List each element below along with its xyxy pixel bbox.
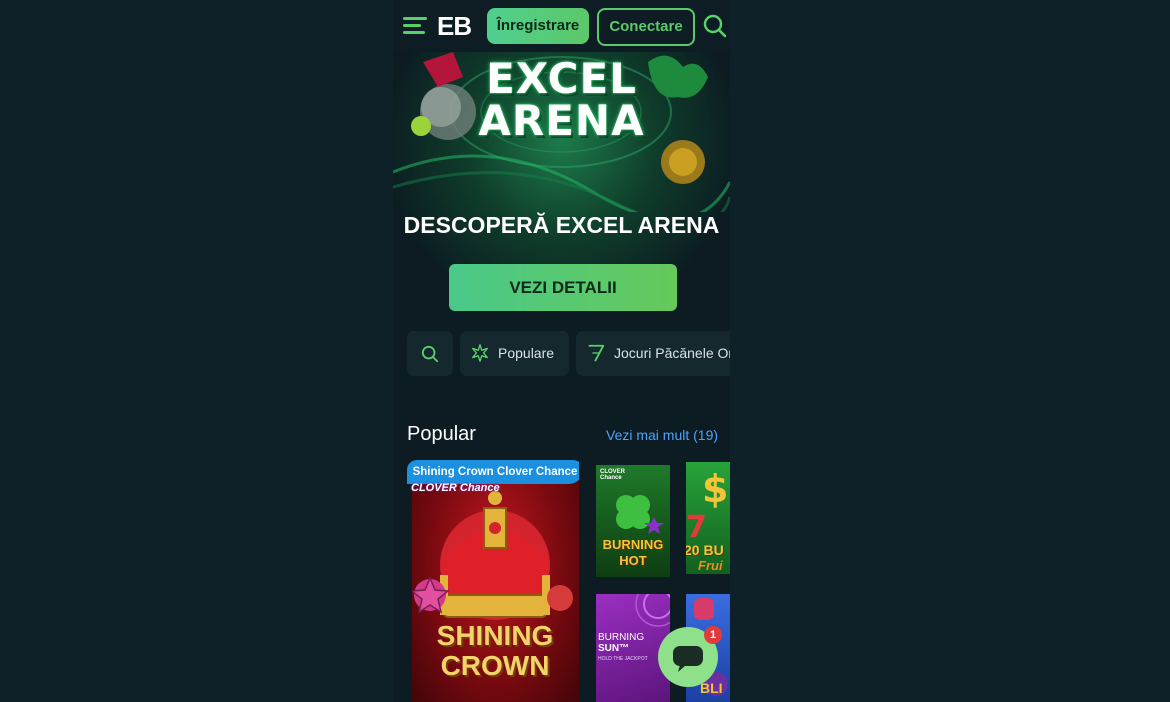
svg-text:7: 7 [686,510,707,545]
sparkle-icon [472,344,488,362]
register-button[interactable]: Înregistrare [487,8,589,44]
see-more-link[interactable]: Vezi mai mult (19) [606,427,718,443]
svg-text:$: $ [702,467,728,511]
game-title-line2: Frui [698,558,723,573]
game-subtitle: HOLD THE JACKPOT [598,656,648,662]
view-details-button[interactable]: VEZI DETALII [449,264,677,311]
hero-title: DESCOPERĂ EXCEL ARENA [403,212,720,238]
game-title-line2: HOT [619,553,647,568]
category-label: Populare [498,345,555,361]
category-label: Jocuri Păcănele Online [614,345,730,361]
mobile-viewport: EB Înregistrare Conectare EXCEL ARENA DE… [393,0,730,702]
game-card[interactable]: $ 7 20 BU Frui [686,462,730,574]
category-slots-chip[interactable]: Jocuri Păcănele Online [576,331,730,376]
game-title-line2: CROWN [440,650,550,681]
search-icon[interactable] [703,14,727,38]
game-title-line2: SUN™ [598,643,630,654]
game-title-line1: BURNING [602,537,664,552]
login-button[interactable]: Conectare [597,8,695,46]
hero-logo-arena: ARENA [478,96,645,145]
game-badge: CLOVER Chance [600,469,626,481]
site-logo[interactable]: EB [437,11,472,42]
hamburger-menu-icon[interactable] [403,17,427,35]
game-card[interactable]: CLOVER Chance BURNING HOT [596,465,670,577]
section-title-popular: Popular [407,423,476,445]
game-card-featured[interactable]: Shining Crown Clover Chance CLOVER Chanc… [407,460,579,702]
game-title-line1: 20 BU [686,542,724,558]
game-title-line1: SHINING [436,620,554,651]
category-search-chip[interactable] [407,331,453,376]
notification-badge: 1 [704,626,722,644]
game-title-line1: BURNING [598,632,645,643]
category-popular-chip[interactable]: Populare [460,331,569,376]
game-badge: CLOVER Chance [411,482,500,494]
search-icon [421,345,439,363]
seven-icon [588,344,605,362]
game-tag: Shining Crown Clover Chance [407,460,579,484]
top-header: EB Înregistrare Conectare [393,0,730,52]
hero-banner[interactable]: EXCEL ARENA DESCOPERĂ EXCEL ARENA VEZI D… [393,52,730,311]
